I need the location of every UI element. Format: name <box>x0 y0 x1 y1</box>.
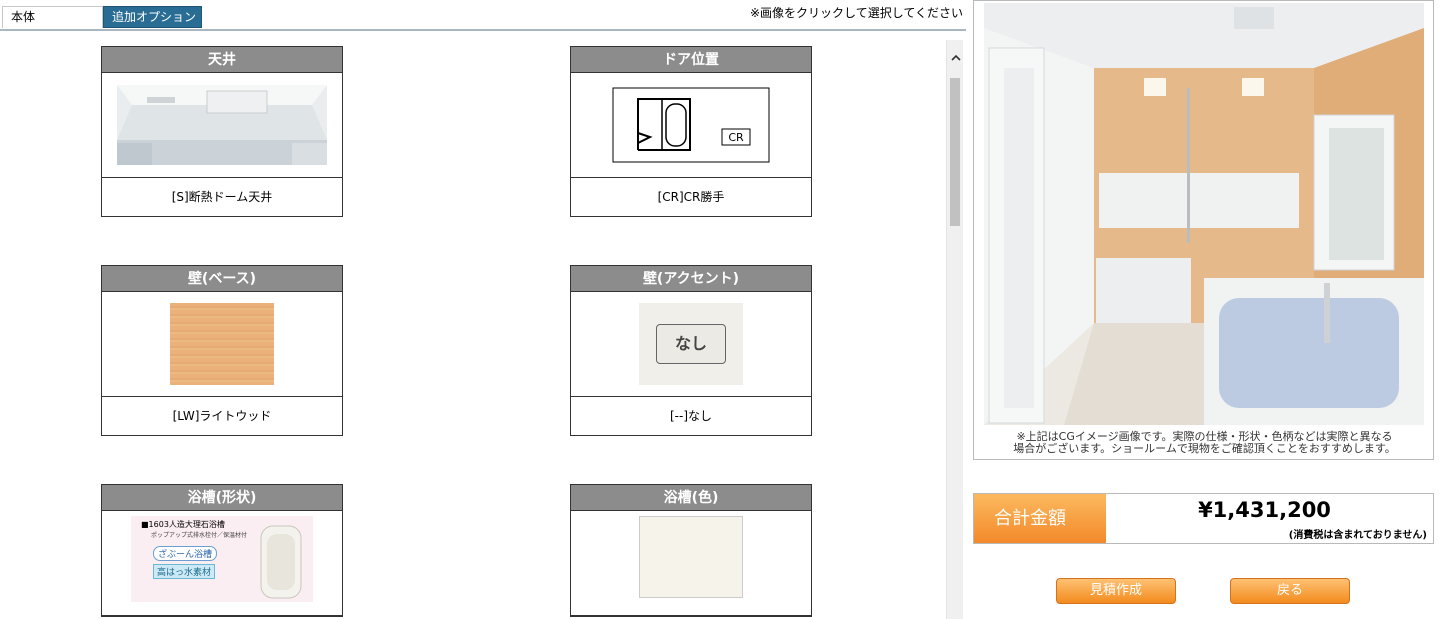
card-title: 浴槽(色) <box>571 485 811 511</box>
total-price-box: 合計金額 ¥1,431,200 (消費税は含まれておりません) <box>973 493 1434 544</box>
card-title: 天井 <box>102 47 342 73</box>
options-scrollbar[interactable] <box>946 40 963 619</box>
tax-note: (消費税は含まれておりません) <box>1288 530 1427 541</box>
tub-tag2: 高はっ水素材 <box>153 564 216 579</box>
disclaimer-line2: 場合がございます。ショールームで現物をご確認頂くことをおすすめします。 <box>1013 442 1396 455</box>
card-caption: [--]なし <box>669 409 713 423</box>
tub-color-swatch <box>639 516 743 598</box>
tub-color-image[interactable] <box>571 511 811 616</box>
bathroom-preview: ※上記はCGイメージ画像です。実際の仕様・形状・色柄などは実際と異なる 場合がご… <box>973 0 1434 460</box>
option-card-tub-shape[interactable]: 浴槽(形状) ■1603人造大理石浴槽 ポップアップ式排水栓付／保温材付 ざぶー… <box>101 484 343 617</box>
instruction-text: ※画像をクリックして選択してください <box>750 6 963 20</box>
ceiling-thumbnail <box>117 85 327 165</box>
option-card-wall-accent[interactable]: 壁(アクセント) なし [--]なし <box>570 265 812 436</box>
tub-line1: ■1603人造大理石浴槽 <box>141 520 225 529</box>
bathroom-render-image <box>984 3 1424 425</box>
tab-bar: 本体 追加オプション ※画像をクリックして選択してください <box>0 0 966 32</box>
option-card-ceiling[interactable]: 天井 [S]断熱ドーム天井 <box>101 46 343 217</box>
tab-main-body[interactable]: 本体 <box>2 6 103 28</box>
scroll-thumb[interactable] <box>950 78 960 226</box>
card-caption: [CR]CR勝手 <box>657 190 725 204</box>
card-title: ドア位置 <box>571 47 811 73</box>
tab-divider <box>0 29 966 31</box>
ceiling-image[interactable] <box>102 73 342 178</box>
wall-base-image[interactable] <box>102 292 342 397</box>
back-button[interactable]: 戻る <box>1230 578 1350 604</box>
door-position-image[interactable]: CR <box>571 73 811 178</box>
app: 本体 追加オプション ※画像をクリックして選択してください 天井 [S]断熱ドー… <box>0 0 1439 619</box>
none-swatch: なし <box>639 303 743 385</box>
wood-swatch <box>170 303 274 385</box>
preview-disclaimer: ※上記はCGイメージ画像です。実際の仕様・形状・色柄などは実際と異なる 場合がご… <box>974 431 1435 455</box>
door-diagram-label: CR <box>728 131 744 144</box>
none-label: なし <box>656 324 726 364</box>
chevron-up-icon <box>950 54 961 61</box>
option-card-wall-base[interactable]: 壁(ベース) [LW]ライトウッド <box>101 265 343 436</box>
total-label: 合計金額 <box>974 494 1106 543</box>
tab-additional-options[interactable]: 追加オプション <box>103 6 202 28</box>
option-card-tub-color[interactable]: 浴槽(色) <box>570 484 812 617</box>
total-value: ¥1,431,200 (消費税は含まれておりません) <box>1106 494 1433 543</box>
card-title: 浴槽(形状) <box>102 485 342 511</box>
tub-shape-image[interactable]: ■1603人造大理石浴槽 ポップアップ式排水栓付／保温材付 ざぶーん浴槽 高はっ… <box>102 511 342 616</box>
wall-accent-image[interactable]: なし <box>571 292 811 397</box>
tub-shape-illustration <box>260 525 302 599</box>
card-caption: [S]断熱ドーム天井 <box>171 190 273 204</box>
card-title: 壁(アクセント) <box>571 266 811 292</box>
create-estimate-button[interactable]: 見積作成 <box>1056 578 1176 604</box>
tub-line2: ポップアップ式排水栓付／保温材付 <box>151 532 248 539</box>
tub-shape-thumbnail: ■1603人造大理石浴槽 ポップアップ式排水栓付／保温材付 ざぶーん浴槽 高はっ… <box>131 516 313 602</box>
tub-tag1: ざぶーん浴槽 <box>153 546 218 561</box>
door-layout-diagram: CR <box>612 87 770 163</box>
option-card-door-position[interactable]: ドア位置 CR [CR]CR勝手 <box>570 46 812 217</box>
total-amount: ¥1,431,200 <box>1198 498 1331 522</box>
card-caption: [LW]ライトウッド <box>172 409 272 423</box>
options-panel: 天井 [S]断熱ドーム天井 ドア位置 CR [CR]CR勝手 壁(ベース) [L… <box>0 40 946 619</box>
card-title: 壁(ベース) <box>102 266 342 292</box>
